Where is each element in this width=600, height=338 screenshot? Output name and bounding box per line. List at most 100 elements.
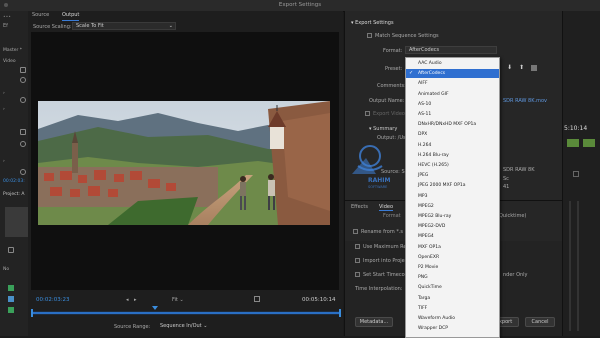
clip-block[interactable] — [583, 139, 595, 147]
format-option[interactable]: DPX — [406, 130, 499, 139]
format-option[interactable]: Waveform Audio — [406, 314, 499, 323]
expand-icon[interactable]: › — [3, 91, 5, 96]
left-timecode: 00:02:03: — [3, 179, 25, 184]
watermark-emblem-icon: RAHIM SOFTWARE — [352, 145, 391, 189]
clip-block[interactable] — [567, 139, 579, 147]
format-option-label: AS-11 — [418, 112, 432, 117]
comments-label: Comments: — [377, 83, 406, 89]
format-option-label: DNxHR/DNxHD MXF OP1a — [418, 122, 477, 128]
summary-tail-1: Sc — [503, 176, 509, 182]
save-preset-icon[interactable]: ⬇ — [507, 65, 513, 71]
source-range-select[interactable]: Sequence In/Out ⌄ — [160, 323, 230, 331]
use-max-render-checkbox[interactable] — [355, 244, 360, 249]
set-start-timecode-checkbox[interactable] — [355, 272, 360, 277]
format-option-label: MPEG2 — [418, 203, 434, 209]
format-option[interactable]: OpenEXR — [406, 253, 499, 262]
timeline-range-fill — [31, 312, 341, 314]
format-select[interactable]: AfterCodecs — [405, 46, 497, 54]
landscape-image — [38, 101, 330, 225]
tab-effects[interactable]: Effects — [351, 204, 368, 210]
format-option[interactable]: MPEG2-DVD — [406, 222, 499, 231]
project-thumbnail[interactable] — [5, 207, 29, 237]
tab-source[interactable]: Source — [32, 12, 49, 20]
aspect-toggle-icon[interactable] — [254, 296, 260, 302]
rename-checkbox[interactable] — [353, 229, 358, 234]
range-end-handle[interactable] — [339, 309, 341, 317]
export-video-label: Export Video — [373, 111, 405, 117]
opacity-icon — [20, 129, 26, 135]
format-option[interactable]: MPEG2 — [406, 202, 499, 211]
format-option[interactable]: MXF OP1a — [406, 243, 499, 252]
list-view-icon[interactable] — [8, 247, 14, 253]
mark-in-icon[interactable]: ◂ — [126, 297, 129, 303]
format-option[interactable]: DNxHR/DNxHD MXF OP1a — [406, 120, 499, 129]
format-option[interactable]: AS-10 — [406, 100, 499, 109]
format-option[interactable]: ✓ AfterCodecs — [406, 69, 499, 79]
stopwatch-icon[interactable] — [20, 77, 26, 83]
delete-preset-icon[interactable] — [531, 65, 537, 71]
format-option-label: Waveform Audio — [418, 316, 456, 321]
master-label: Master * — [3, 48, 23, 53]
match-sequence-checkbox[interactable] — [367, 33, 372, 38]
window-title: Export Settings — [278, 2, 322, 8]
format-option[interactable]: JPEG 2000 MXF OP1a — [406, 181, 499, 190]
motion-icon — [20, 67, 26, 73]
mark-out-icon[interactable]: ▸ — [134, 297, 137, 303]
format-option[interactable]: P2 Movie — [406, 263, 499, 272]
format-option[interactable]: H.264 — [406, 141, 499, 150]
no-label: No — [3, 267, 10, 272]
audio-meter-icon — [573, 171, 579, 177]
format-option[interactable]: Animated GIF — [406, 90, 499, 99]
summary-title[interactable]: ▾ Summary — [369, 126, 397, 132]
source-range-label: Source Range: — [114, 324, 151, 330]
expand-icon[interactable]: › — [3, 107, 5, 112]
format-option[interactable]: AAC Audio — [406, 59, 499, 68]
format-option-label: Wrapper DCP — [418, 326, 448, 332]
time-interp-label: Time Interpolation: — [355, 286, 403, 292]
expand-icon[interactable]: › — [3, 159, 5, 164]
tab-video[interactable]: Video — [379, 204, 394, 211]
zoom-select[interactable]: Fit ⌄ — [172, 297, 184, 303]
format-option[interactable]: Wrapper DCP — [406, 324, 499, 333]
format-option-label: AfterCodecs — [418, 71, 446, 77]
output-name-link[interactable]: SDR RAW 8K.mov — [503, 98, 547, 104]
format-option[interactable]: HEVC (H.265) — [406, 161, 499, 170]
stopwatch-icon[interactable] — [20, 97, 26, 103]
svg-text:RAHIM: RAHIM — [368, 177, 391, 184]
source-scaling-select[interactable]: Scale To Fit ⌄ — [72, 22, 176, 30]
metadata-button[interactable]: Metadata... — [355, 317, 393, 327]
format-option-label: MXF OP1a — [418, 244, 441, 250]
format-option[interactable]: Targa — [406, 294, 499, 303]
format-option[interactable]: QuickTime — [406, 283, 499, 292]
close-window-button[interactable] — [4, 3, 8, 7]
format-option[interactable]: MPEG4 — [406, 232, 499, 241]
format-option-label: MP3 — [418, 193, 428, 199]
format-option[interactable]: AS-11 — [406, 110, 499, 119]
cancel-button[interactable]: Cancel — [525, 317, 555, 327]
video-label: Video — [3, 59, 16, 64]
format-option-label: MPEG4 — [418, 234, 434, 240]
format-option[interactable]: JPEG — [406, 171, 499, 180]
playhead-marker-icon[interactable] — [152, 306, 158, 310]
format-option[interactable]: AIFF — [406, 79, 499, 88]
stopwatch-icon[interactable] — [20, 141, 26, 147]
format-option-label: PNG — [418, 275, 428, 281]
watermark-logo: RAHIM SOFTWARE — [346, 144, 410, 192]
format-option[interactable]: PNG — [406, 273, 499, 282]
tab-output[interactable]: Output — [62, 12, 80, 21]
format-option[interactable]: MPEG2 Blu-ray — [406, 212, 499, 221]
current-timecode[interactable]: 00:02:03:23 — [36, 297, 70, 303]
import-project-checkbox[interactable] — [355, 258, 360, 263]
summary-output-tail: SDR RAW 8K — [503, 167, 535, 173]
stopwatch-icon[interactable] — [20, 169, 26, 175]
range-start-handle[interactable] — [31, 309, 33, 317]
import-preset-icon[interactable]: ⬆ — [519, 65, 525, 71]
summary-tail-2: 41 — [503, 184, 510, 190]
format-option[interactable]: TIFF — [406, 304, 499, 313]
export-settings-title[interactable]: ▾ Export Settings — [351, 20, 394, 26]
format-option[interactable]: MP3 — [406, 192, 499, 201]
export-video-checkbox[interactable] — [365, 111, 370, 116]
format-option-label: DPX — [418, 132, 428, 138]
left-tab-edit[interactable]: Ef — [3, 23, 8, 29]
format-option[interactable]: H.264 Blu-ray — [406, 151, 499, 160]
